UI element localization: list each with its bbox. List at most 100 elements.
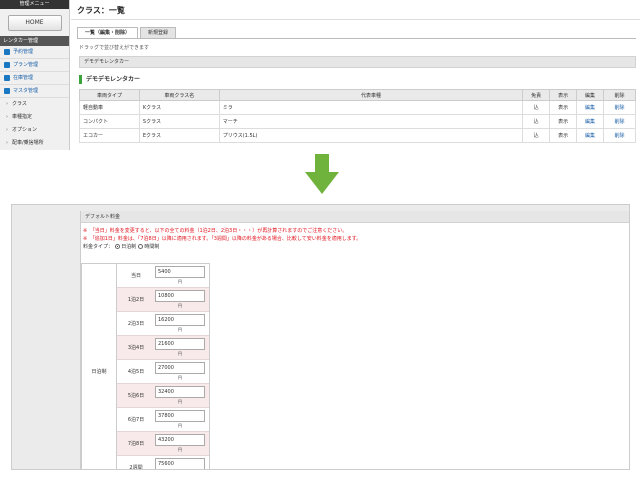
rate-row: 1泊2日 10800 円 [117, 288, 209, 312]
sidebar-section-title: レンタカー管理 [0, 36, 69, 46]
delete-link[interactable]: 削除 [615, 133, 625, 139]
default-fee-screen: デフォルト料金 ※ 「当日」料金を変更すると、以下の全ての料金（1泊2日、2泊3… [11, 204, 630, 470]
cell-class: Kクラス [138, 100, 220, 115]
tab-list[interactable]: 一覧（編集・削除） [77, 27, 139, 38]
chevron-right-icon: › [6, 127, 8, 133]
tab-new[interactable]: 新規登録 [140, 27, 177, 38]
sidebar-item-master[interactable]: マスタ管理 [0, 85, 69, 98]
edit-link[interactable]: 編集 [585, 105, 595, 111]
cell-type: コンパクト [79, 114, 140, 129]
cell-model: マーチ [218, 114, 524, 129]
rate-row: 2泊3日 16200 円 [117, 312, 209, 336]
fee-notes: ※ 「当日」料金を変更すると、以下の全ての料金（1泊2日、2泊3日・・・）が再計… [81, 223, 629, 243]
cell-model: プリウス(1.5L) [218, 128, 524, 143]
cell-class: Sクラス [138, 114, 220, 129]
radio-hourly-label: 時間制 [144, 244, 160, 250]
company-title: デモデモレンタカー [79, 75, 140, 84]
chevron-right-icon: › [6, 101, 8, 107]
fee-panel: デフォルト料金 ※ 「当日」料金を変更すると、以下の全ての料金（1泊2日、2泊3… [80, 211, 629, 470]
cell-type: 軽自動車 [79, 100, 140, 115]
section-header: デモデモレンタカー [79, 56, 636, 68]
rate-row-label: 4泊5日 [127, 369, 145, 375]
cell-class: Eクラス [138, 128, 220, 143]
bullet-icon [4, 48, 10, 55]
sidebar-item-plans[interactable]: プラン管理 [0, 59, 69, 72]
sidebar-subitem-label: オプション [12, 127, 38, 133]
rate-row-label: 7泊8日 [127, 441, 145, 447]
rate-unit: 円 [178, 303, 182, 308]
sidebar-subitem-label: 配車/乗捨場所 [12, 140, 44, 146]
sidebar-item-label: 予約管理 [13, 49, 34, 55]
bullet-icon [4, 61, 10, 68]
cell-menseki: 込 [522, 100, 551, 115]
tab-divider [77, 38, 636, 39]
page-title: クラス：一覧 [71, 0, 640, 20]
rate-row-label: 当日 [130, 273, 141, 279]
arrow-down-icon [305, 154, 339, 194]
column-header: 編集 [576, 89, 605, 101]
edit-link[interactable]: 編集 [585, 133, 595, 139]
rate-input[interactable]: 43200 [155, 434, 205, 446]
home-button[interactable]: HOME [7, 15, 62, 31]
rate-type-label: 料金タイプ： [83, 244, 114, 250]
table-row[interactable]: エコカー Eクラス プリウス(1.5L) 込 表示 編集 削除 [79, 128, 636, 143]
fee-section-header: デフォルト料金 [81, 211, 629, 223]
rate-row-label: 2週間 [129, 465, 143, 470]
rate-input[interactable]: 5400 [155, 266, 205, 278]
rate-row-label: 1泊2日 [127, 297, 145, 303]
table-row[interactable]: コンパクト Sクラス マーチ 込 表示 編集 削除 [79, 114, 636, 129]
rate-row: 5泊6日 32400 円 [117, 384, 209, 408]
rate-input[interactable]: 10800 [155, 290, 205, 302]
cell-menseki: 込 [522, 114, 551, 129]
cell-model: ミラ [218, 100, 524, 115]
sidebar-subitem-options[interactable]: › オプション [0, 124, 69, 137]
drag-hint: ドラッグで並び替えができます [79, 45, 150, 51]
delete-link[interactable]: 削除 [615, 119, 625, 125]
class-list-screen: 管理メニュー HOME レンタカー管理 予約管理 プラン管理 在庫管理 マスタ管… [0, 0, 640, 150]
sidebar-subitem-label: 車種指定 [12, 114, 33, 120]
cell-menseki: 込 [522, 128, 551, 143]
rate-unit: 円 [178, 399, 182, 404]
rate-type-cell: 日泊制 [81, 263, 117, 469]
rate-row: 当日 5400 円 [117, 264, 209, 288]
table-header-row: 車両タイプ 車両クラス名 代表車種 免責 表示 編集 削除 [79, 89, 636, 101]
column-header: 車両クラス名 [138, 89, 220, 101]
rate-row: 7泊8日 43200 円 [117, 432, 209, 456]
rate-unit: 円 [178, 327, 182, 332]
column-header: 代表車種 [218, 89, 524, 101]
edit-link[interactable]: 編集 [585, 119, 595, 125]
bullet-icon [4, 87, 10, 94]
main-content: クラス：一覧 一覧（編集・削除） 新規登録 ドラッグで並び替えができます デモデ… [71, 0, 640, 150]
rate-row: 4泊5日 27000 円 [117, 360, 209, 384]
sidebar-item-label: プラン管理 [13, 62, 39, 68]
sidebar-header: 管理メニュー [0, 0, 69, 9]
rate-input[interactable]: 16200 [155, 314, 205, 326]
column-header: 表示 [549, 89, 578, 101]
rate-row: 3泊4日 21600 円 [117, 336, 209, 360]
rate-input[interactable]: 37800 [155, 410, 205, 422]
rate-row: 2週間 75600円 [117, 456, 209, 470]
rate-row-label: 2泊3日 [127, 321, 145, 327]
cell-show: 表示 [549, 114, 578, 129]
sidebar-subitem-vehicle[interactable]: › 車種指定 [0, 111, 69, 124]
fee-note: ※ 「追加1日」料金は、「7泊8日」以降に適用されます。「3週間」以降の料金があ… [83, 236, 362, 242]
rate-input[interactable]: 32400 [155, 386, 205, 398]
sidebar-item-label: マスタ管理 [13, 88, 39, 94]
sidebar-subitem-locations[interactable]: › 配車/乗捨場所 [0, 137, 69, 150]
rate-input[interactable]: 75600 [155, 458, 205, 469]
radio-daily-label: 日泊制 [121, 244, 137, 250]
sidebar-item-stock[interactable]: 在庫管理 [0, 72, 69, 85]
rate-input[interactable]: 21600 [155, 338, 205, 350]
fee-note: ※ 「当日」料金を変更すると、以下の全ての料金（1泊2日、2泊3日・・・）が再計… [83, 228, 348, 234]
cell-type: エコカー [79, 128, 140, 143]
rate-row-label: 6泊7日 [127, 417, 145, 423]
delete-link[interactable]: 削除 [615, 105, 625, 111]
sidebar-subitem-class[interactable]: › クラス [0, 98, 69, 111]
rate-rows: 当日 5400 円 1泊2日 10800 円 2泊3日 16200 円 3泊4日 21… [116, 263, 210, 470]
table-row[interactable]: 軽自動車 Kクラス ミラ 込 表示 編集 削除 [79, 100, 636, 115]
sidebar-item-reservations[interactable]: 予約管理 [0, 46, 69, 59]
radio-daily[interactable] [114, 244, 120, 249]
column-header: 削除 [603, 89, 636, 101]
rate-input[interactable]: 27000 [155, 362, 205, 374]
radio-hourly[interactable] [137, 244, 143, 249]
